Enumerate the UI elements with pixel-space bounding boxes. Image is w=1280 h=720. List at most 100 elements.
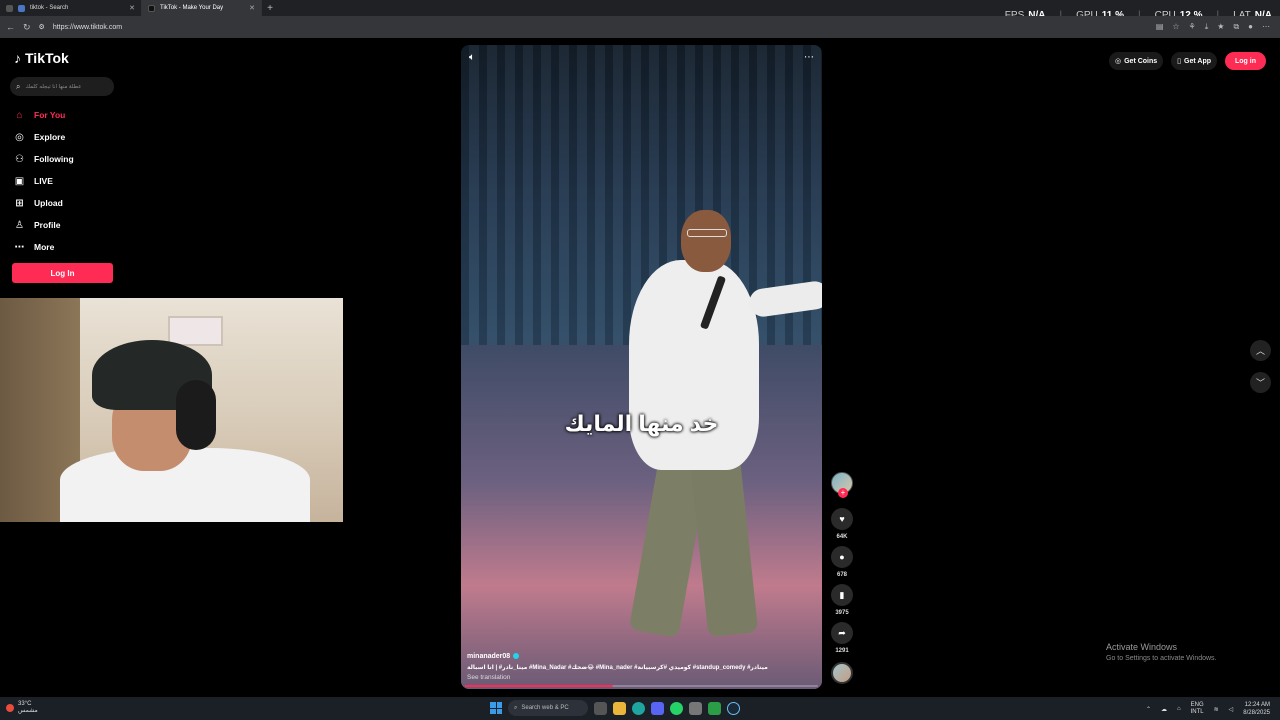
search-input[interactable]: ⌕ عطلة منها انا تبجله كلمك xyxy=(10,77,114,96)
weather-widget[interactable]: 33°C مشمس xyxy=(6,701,38,715)
share-button[interactable]: ➦ xyxy=(831,622,853,644)
home-icon: ⌂ xyxy=(16,109,23,121)
sidebar-item-following[interactable]: ⚇ Following xyxy=(13,148,123,170)
windows-start-icon[interactable] xyxy=(490,702,502,714)
like-button[interactable]: ♥ xyxy=(831,508,853,530)
sidebar-item-for-you[interactable]: ⌂ For You xyxy=(13,104,123,126)
watermark-line2: Go to Settings to activate Windows. xyxy=(1106,655,1217,662)
follow-plus-icon[interactable]: + xyxy=(838,488,848,498)
onedrive-icon[interactable]: ☁ xyxy=(1161,706,1167,713)
video-actions: + ♥ 64K ● 678 ▮ 3975 ➦ 1291 xyxy=(830,472,854,690)
music-disc-icon[interactable] xyxy=(831,662,853,684)
language-indicator[interactable]: ENG INTL xyxy=(1191,702,1204,716)
browser-tab[interactable]: tiktok - Search ✕ xyxy=(0,0,142,16)
more-options-icon[interactable]: ⋯ xyxy=(804,52,814,63)
reload-icon[interactable]: ↻ xyxy=(23,22,31,33)
taskbar-apps: ⌕ Search web & PC xyxy=(490,700,740,716)
video-username[interactable]: minanader08 xyxy=(467,653,812,660)
bookmark-icon: ▮ xyxy=(839,589,845,600)
sidebar-item-label: More xyxy=(34,242,55,252)
address-bar: ← ↻ ⚙ https://www.tiktok.com ▤ ☆ ⚘ ⤓ ★ ⧉… xyxy=(0,16,1280,38)
sidebar-toggle-icon[interactable] xyxy=(6,4,13,12)
tray-chevron-icon[interactable]: ⌃ xyxy=(1146,706,1151,713)
wall-painting xyxy=(168,316,223,346)
edge-browser-icon[interactable] xyxy=(632,701,645,715)
username-text: minanader08 xyxy=(467,653,511,660)
sidebar-item-label: Following xyxy=(34,154,74,164)
new-tab-button[interactable]: + xyxy=(262,3,278,14)
more-options-icon[interactable]: ⋯ xyxy=(1262,22,1270,32)
comment-button[interactable]: ● xyxy=(831,546,853,568)
save-count: 3975 xyxy=(835,610,849,616)
sidebar-item-label: For You xyxy=(34,110,66,120)
site-info-icon[interactable]: ⚙ xyxy=(39,23,45,31)
calculator-icon[interactable] xyxy=(689,701,702,715)
comment-icon: ● xyxy=(839,552,845,562)
sidebar-item-live[interactable]: ▣ LIVE xyxy=(13,170,123,192)
sidebar-item-label: Upload xyxy=(34,198,63,208)
see-translation-link[interactable]: See translation xyxy=(467,674,812,681)
get-app-button[interactable]: ▯ Get App xyxy=(1171,52,1217,70)
tiktok-logo[interactable]: ♪ TikTok xyxy=(14,50,69,66)
search-icon: ⌕ xyxy=(16,81,21,91)
volume-icon[interactable]: ◁ xyxy=(1229,706,1234,713)
sidebar-item-explore[interactable]: ◎ Explore xyxy=(13,126,123,148)
collections-icon[interactable]: ⧉ xyxy=(1233,22,1239,32)
video-progress-bar[interactable] xyxy=(465,685,818,687)
taskbar-search-placeholder: Search web & PC xyxy=(521,705,569,711)
header-actions: ◎ Get Coins ▯ Get App Log in xyxy=(1109,52,1266,70)
windows-activation-watermark: Activate Windows Go to Settings to activ… xyxy=(1106,642,1217,662)
favorites-icon[interactable]: ★ xyxy=(1217,22,1224,32)
wifi-icon[interactable]: ≋ xyxy=(1214,706,1219,713)
video-caption-text: خد منها المايك xyxy=(564,411,719,436)
chevron-up-icon[interactable]: ︿ xyxy=(1250,340,1271,361)
close-tab-icon[interactable]: ✕ xyxy=(249,4,255,12)
sidebar-item-label: Explore xyxy=(34,132,66,142)
coin-icon: ◎ xyxy=(1115,58,1122,65)
header-login-button[interactable]: Log in xyxy=(1225,52,1266,70)
profile-avatar-icon[interactable]: ● xyxy=(1248,22,1253,32)
sidebar-nav: ⌂ For You ◎ Explore ⚇ Following ▣ LIVE ⊞… xyxy=(13,104,123,258)
favorite-star-icon[interactable]: ☆ xyxy=(1172,22,1179,32)
sidebar-login-button[interactable]: Log In xyxy=(12,263,113,283)
tiktok-page: ♪ TikTok ⌕ عطلة منها انا تبجله كلمك ⌂ Fo… xyxy=(0,38,1280,696)
sidebar-item-upload[interactable]: ⊞ Upload xyxy=(13,192,123,214)
file-explorer-icon[interactable] xyxy=(613,701,626,715)
phone-icon: ▯ xyxy=(1177,58,1182,65)
url-field[interactable]: https://www.tiktok.com xyxy=(53,24,122,31)
sidebar-item-more[interactable]: ⋯ More xyxy=(13,236,123,258)
tiktok-logo-icon: ♪ xyxy=(14,50,21,66)
xbox-icon[interactable] xyxy=(708,701,721,715)
video-player[interactable]: خد منها المايك 🔈︎ ⋯ minanader08 مينا_ناد… xyxy=(461,45,822,689)
get-coins-button[interactable]: ◎ Get Coins xyxy=(1109,52,1164,70)
reader-mode-icon[interactable]: ▤ xyxy=(1156,22,1164,32)
taskbar-search[interactable]: ⌕ Search web & PC xyxy=(508,700,588,716)
volume-icon[interactable]: 🔈︎ xyxy=(469,52,475,63)
network-icon[interactable]: ⌂ xyxy=(1177,706,1181,712)
language-code: ENG xyxy=(1190,702,1204,708)
like-count: 64K xyxy=(836,534,848,540)
watermark-line1: Activate Windows xyxy=(1106,642,1178,652)
windows-taskbar: 33°C مشمس ⌕ Search web & PC ⌃ ☁ ⌂ ENG IN… xyxy=(0,697,1280,720)
sidebar-item-profile[interactable]: ♙ Profile xyxy=(13,214,123,236)
extensions-icon[interactable]: ⚘ xyxy=(1189,22,1196,32)
sidebar-item-label: Profile xyxy=(34,220,61,230)
profile-icon: ♙ xyxy=(15,219,24,231)
whatsapp-icon[interactable] xyxy=(670,701,683,715)
back-icon[interactable]: ← xyxy=(6,22,15,32)
get-app-label: Get App xyxy=(1184,57,1211,65)
comedian-glasses xyxy=(687,229,727,237)
browser-toolbar: ▤ ☆ ⚘ ⤓ ★ ⧉ ● ⋯ xyxy=(1156,22,1270,32)
save-button[interactable]: ▮ xyxy=(831,584,853,606)
discord-icon[interactable] xyxy=(651,701,664,715)
clock[interactable]: 12:24 AM 8/28/2025 xyxy=(1243,701,1270,717)
browser-tab-active[interactable]: TikTok - Make Your Day ✕ xyxy=(142,0,262,16)
steam-icon[interactable] xyxy=(727,701,740,715)
chevron-down-icon[interactable]: ﹀ xyxy=(1250,372,1271,393)
downloads-icon[interactable]: ⤓ xyxy=(1205,22,1209,32)
creator-avatar[interactable]: + xyxy=(831,472,853,498)
person-shirt xyxy=(60,448,310,522)
close-tab-icon[interactable]: ✕ xyxy=(129,4,135,12)
task-view-icon[interactable] xyxy=(594,701,607,715)
video-description: مينا_نادر# | انا اسبالة #Mina_Nadar #ضحك… xyxy=(467,665,768,671)
